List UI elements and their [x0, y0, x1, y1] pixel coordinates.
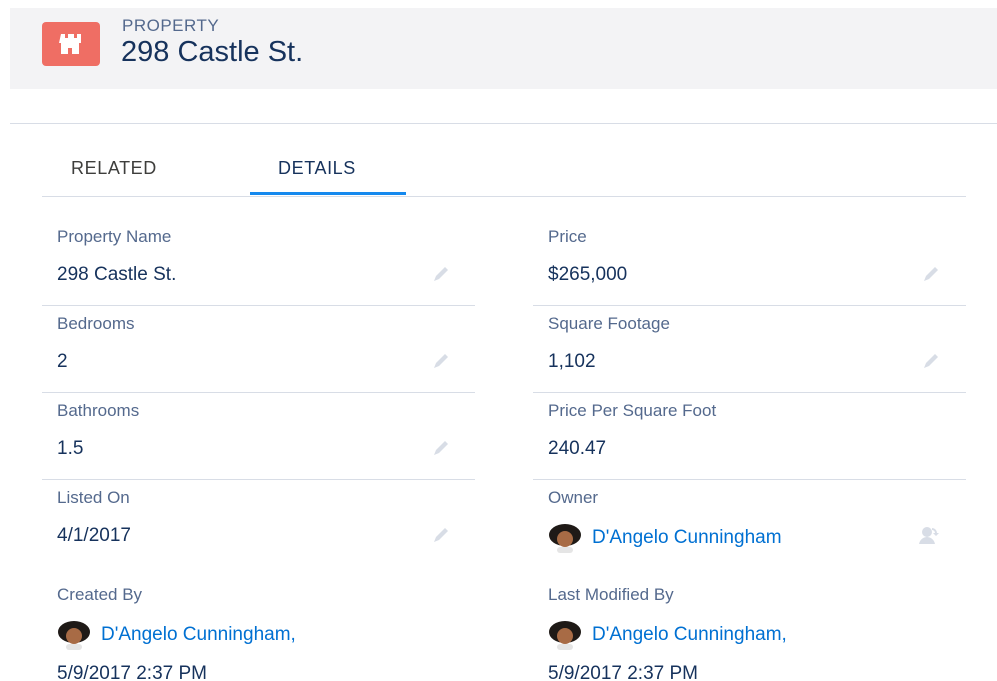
field-value: $265,000	[548, 264, 628, 285]
object-type-label: PROPERTY	[122, 16, 220, 35]
field-value: 240.47	[548, 438, 607, 459]
last-modified-by-user-name: D'Angelo Cunningham,	[592, 624, 787, 645]
field-label: Price	[548, 227, 587, 246]
header-divider	[10, 123, 997, 124]
field-label: Listed On	[57, 488, 130, 507]
record-tabs: RELATED DETAILS	[42, 140, 966, 197]
field-label: Created By	[57, 585, 143, 604]
field-label: Property Name	[57, 227, 172, 246]
avatar	[549, 524, 581, 553]
field-created-by: Created By D'Angelo Cunningham, 5/9/2017…	[42, 577, 475, 681]
last-modified-by-user-link[interactable]: D'Angelo Cunningham,	[548, 620, 787, 650]
active-tab-indicator	[250, 192, 406, 195]
field-label: Owner	[548, 488, 599, 507]
field-label: Bathrooms	[57, 401, 140, 420]
created-by-user-link[interactable]: D'Angelo Cunningham,	[57, 620, 296, 650]
record-header: PROPERTY 298 Castle St.	[10, 8, 997, 89]
field-price: Price $265,000	[533, 219, 966, 306]
pencil-icon[interactable]	[430, 524, 452, 546]
field-label: Last Modified By	[548, 585, 674, 604]
tab-details[interactable]: DETAILS	[278, 158, 356, 179]
field-property-name: Property Name 298 Castle St.	[42, 219, 475, 306]
record-title: 298 Castle St.	[121, 36, 304, 68]
field-bedrooms: Bedrooms 2	[42, 306, 475, 393]
change-owner-icon[interactable]	[917, 524, 941, 548]
field-value: 2	[57, 351, 68, 372]
last-modified-date: 5/9/2017 2:37 PM	[548, 663, 698, 681]
field-label: Price Per Square Foot	[548, 401, 717, 420]
field-value: 1,102	[548, 351, 596, 372]
created-date: 5/9/2017 2:37 PM	[57, 663, 207, 681]
castle-icon	[42, 22, 100, 66]
pencil-icon[interactable]	[920, 263, 942, 285]
owner-user-name: D'Angelo Cunningham	[592, 527, 782, 548]
field-label: Square Footage	[548, 314, 670, 333]
pencil-icon[interactable]	[430, 437, 452, 459]
field-value: 4/1/2017	[57, 525, 131, 546]
pencil-icon[interactable]	[920, 350, 942, 372]
owner-user-link[interactable]: D'Angelo Cunningham	[548, 523, 782, 553]
pencil-icon[interactable]	[430, 350, 452, 372]
field-bathrooms: Bathrooms 1.5	[42, 393, 475, 480]
field-label: Bedrooms	[57, 314, 135, 333]
field-value: 1.5	[57, 438, 84, 459]
field-square-footage: Square Footage 1,102	[533, 306, 966, 393]
pencil-icon[interactable]	[430, 263, 452, 285]
field-value: 298 Castle St.	[57, 264, 177, 285]
field-price-per-square-foot: Price Per Square Foot 240.47	[533, 393, 966, 480]
field-listed-on: Listed On 4/1/2017	[42, 480, 475, 566]
record-page: PROPERTY 298 Castle St. RELATED DETAILS …	[0, 0, 997, 681]
field-owner: Owner D'Angelo Cunningham	[533, 480, 966, 566]
field-last-modified-by: Last Modified By D'Angelo Cunningham, 5/…	[533, 577, 966, 681]
avatar	[549, 621, 581, 650]
created-by-user-name: D'Angelo Cunningham,	[101, 624, 296, 645]
tab-related[interactable]: RELATED	[71, 158, 157, 179]
avatar	[58, 621, 90, 650]
